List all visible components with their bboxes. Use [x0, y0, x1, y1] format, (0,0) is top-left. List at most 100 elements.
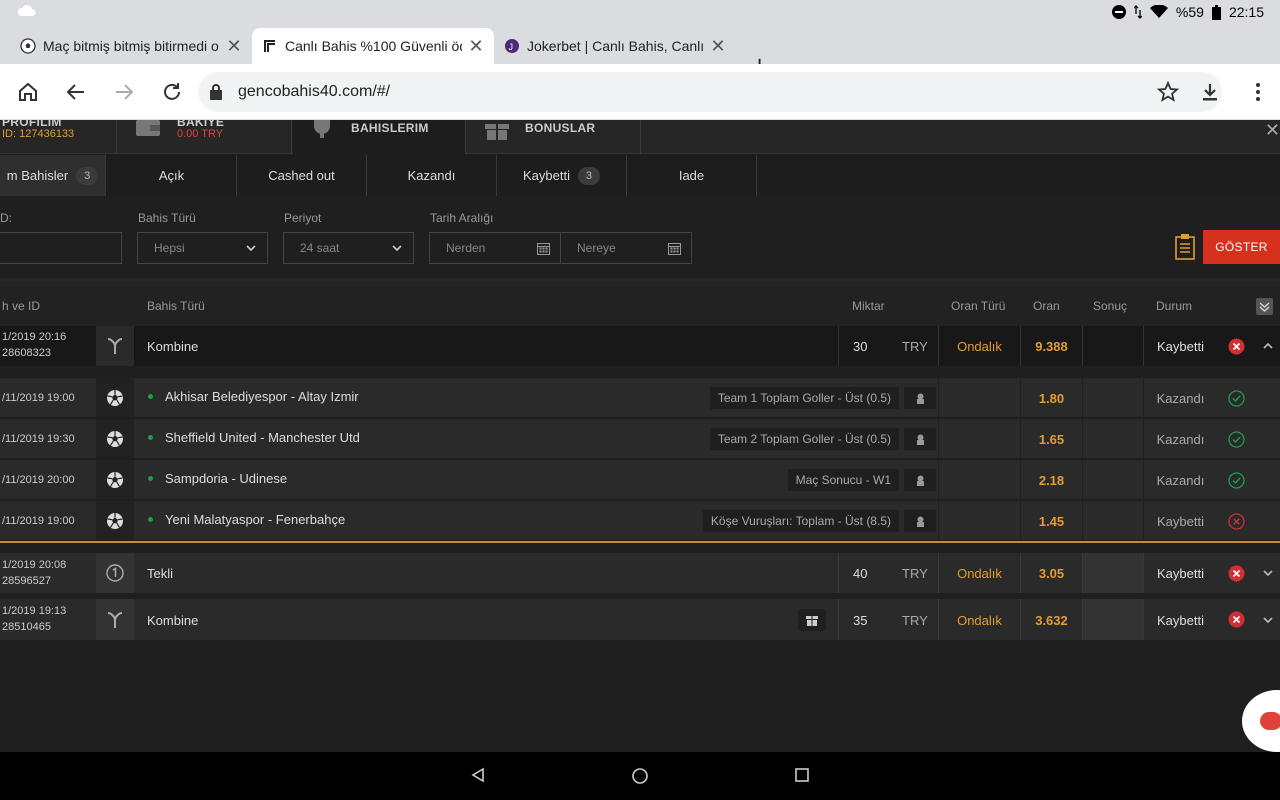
chevron-down-icon[interactable] [1262, 567, 1274, 579]
date-from-input[interactable]: Nerden [429, 232, 561, 264]
jokerbet-logo-icon: J [505, 39, 519, 53]
tab-cashed-out[interactable]: Cashed out [237, 155, 367, 196]
selection-row[interactable]: /11/2019 19:00 Akhisar Belediyespor - Alt… [0, 378, 1280, 419]
market-label: Köşe Vuruşları: Toplam - Üst (8.5) [702, 510, 899, 532]
wifi-icon [1149, 5, 1168, 18]
close-tab-icon[interactable]: ✕ [468, 36, 484, 57]
count-badge: 3 [76, 166, 99, 185]
date-to-input[interactable]: Nereye [560, 232, 692, 264]
nav-recents-icon[interactable] [794, 767, 810, 783]
bet-info-badge[interactable] [904, 387, 936, 409]
clipboard-icon[interactable] [1175, 234, 1195, 260]
bet-date: 1/2019 19:13 [2, 605, 67, 617]
bet-date-id: 1/2019 20:16 28608323 [2, 329, 66, 361]
browser-tab-3[interactable]: J Jokerbet | Canlı Bahis, Canlı C ✕ [494, 28, 736, 64]
lock-icon [210, 84, 222, 100]
tab-label: Iade [678, 168, 705, 183]
lost-x-icon [1228, 611, 1245, 628]
balance-value: 0.00 TRY [177, 128, 224, 140]
bet-currency: TRY [902, 613, 928, 628]
period-label: Periyot [284, 211, 322, 225]
bet-status: Kaybetti [1157, 566, 1204, 581]
bet-row[interactable]: 1/2019 19:13 28510465 Kombine 35 TRY Ondal… [0, 599, 1280, 640]
nav-bonuses-label: BONUSLAR [525, 121, 596, 135]
tab-open[interactable]: Açık [107, 155, 237, 196]
close-tab-icon[interactable]: ✕ [710, 36, 726, 57]
nav-bonuses[interactable]: BONUSLAR [467, 120, 641, 154]
id-filter-input[interactable] [0, 232, 122, 264]
nav-profile[interactable]: PROFILIM ID: 127436133 [0, 120, 117, 154]
bet-date: 1/2019 20:08 [2, 559, 67, 571]
home-icon[interactable] [16, 80, 40, 104]
bet-odds: 3.632 [1035, 613, 1068, 628]
col-odds: Oran [1033, 299, 1060, 313]
more-menu-icon[interactable] [1246, 80, 1270, 104]
download-icon[interactable] [1198, 80, 1222, 104]
match-name: Yeni Malatyaspor - Fenerbahçe [165, 512, 346, 527]
col-status: Durum [1156, 299, 1193, 313]
selection-row[interactable]: /11/2019 19:00 Yeni Malatyaspor - Fenerba… [0, 501, 1280, 542]
bet-row[interactable]: 1/2019 20:08 28596527 Tekli 40 TRY Ondalık… [0, 553, 1280, 593]
selection-odds: 1.45 [1038, 514, 1065, 529]
tab-all-bets[interactable]: m Bahisler 3 [0, 155, 106, 196]
bet-type: Kombine [147, 613, 199, 628]
tab-title: Maç bitmiş bitmiş bitirmedi o [43, 38, 219, 54]
tab-title: Canlı Bahis %100 Güvenli öde [285, 38, 462, 54]
bonus-gift-badge[interactable] [798, 609, 826, 631]
nav-back-icon[interactable] [470, 767, 486, 783]
browser-toolbar: gencobahis40.com/#/ [0, 64, 1280, 120]
chevron-up-icon[interactable] [1262, 340, 1274, 352]
tab-label: Kaybetti [523, 168, 570, 183]
reload-icon[interactable] [160, 80, 184, 104]
bet-row[interactable]: 1/2019 20:16 28608323 Kombine 30 TRY Ondal… [0, 326, 1280, 366]
bet-type-value: Hepsi [154, 241, 185, 255]
nav-home-icon[interactable] [631, 767, 649, 785]
address-bar[interactable]: gencobahis40.com/#/ [198, 72, 1222, 112]
sport-icon-cell [96, 501, 134, 540]
user-id: ID: 127436133 [2, 128, 75, 140]
sport-icon-cell [96, 419, 134, 458]
bet-date-id: 1/2019 20:08 28596527 [2, 557, 66, 589]
period-select[interactable]: 24 saat [283, 232, 414, 264]
browser-tab-2[interactable]: Canlı Bahis %100 Güvenli öde ✕ [252, 28, 494, 64]
chevron-down-icon[interactable] [1262, 614, 1274, 626]
close-panel-icon[interactable]: ✕ [1265, 120, 1280, 141]
live-dot-icon [148, 394, 153, 399]
bet-type-icon-cell [96, 326, 134, 366]
selection-date: /11/2019 19:30 [2, 433, 75, 445]
selection-odds: 2.18 [1038, 473, 1065, 488]
col-odds-type: Oran Türü [951, 299, 1006, 313]
tab-refund[interactable]: Iade [627, 155, 757, 196]
nav-my-bets[interactable]: BAHISLERIM [293, 120, 466, 154]
bet-info-badge[interactable] [904, 510, 936, 532]
bookmark-star-icon[interactable] [1156, 80, 1180, 104]
bet-date-id: 1/2019 19:13 28510465 [2, 603, 66, 635]
lost-x-icon [1228, 338, 1245, 355]
browser-tab-1[interactable]: Maç bitmiş bitmiş bitirmedi o ✕ [10, 28, 252, 64]
forward-icon[interactable] [112, 80, 136, 104]
show-button[interactable]: GÖSTER [1203, 230, 1280, 264]
chevron-down-icon [392, 245, 402, 252]
combo-bet-icon [107, 611, 123, 628]
bet-amount: 35 [853, 613, 868, 628]
date-to-placeholder: Nereye [577, 241, 616, 255]
bet-info-badge[interactable] [904, 428, 936, 450]
back-icon[interactable] [64, 80, 88, 104]
tab-won[interactable]: Kazandı [367, 155, 497, 196]
bet-type-select[interactable]: Hepsi [137, 232, 268, 264]
wallet-icon [136, 120, 160, 136]
gift-icon [806, 616, 818, 626]
tab-lost[interactable]: Kaybetti 3 [497, 155, 627, 196]
tab-title: Jokerbet | Canlı Bahis, Canlı C [527, 38, 704, 54]
selection-row[interactable]: /11/2019 20:00 Sampdoria - Udinese Maç Son… [0, 460, 1280, 501]
bet-info-badge[interactable] [904, 469, 936, 491]
battery-icon [1211, 4, 1221, 20]
close-tab-icon[interactable]: ✕ [226, 36, 242, 57]
expand-all-icon[interactable] [1256, 298, 1273, 315]
selection-row[interactable]: /11/2019 19:30 Sheffield United - Manches… [0, 419, 1280, 460]
bet-type: Tekli [147, 566, 174, 581]
bet-amount: 40 [853, 566, 868, 581]
single-bet-icon [106, 564, 124, 582]
nav-balance[interactable]: BAKIYE 0.00 TRY [118, 120, 292, 154]
live-dot-icon [148, 517, 153, 522]
